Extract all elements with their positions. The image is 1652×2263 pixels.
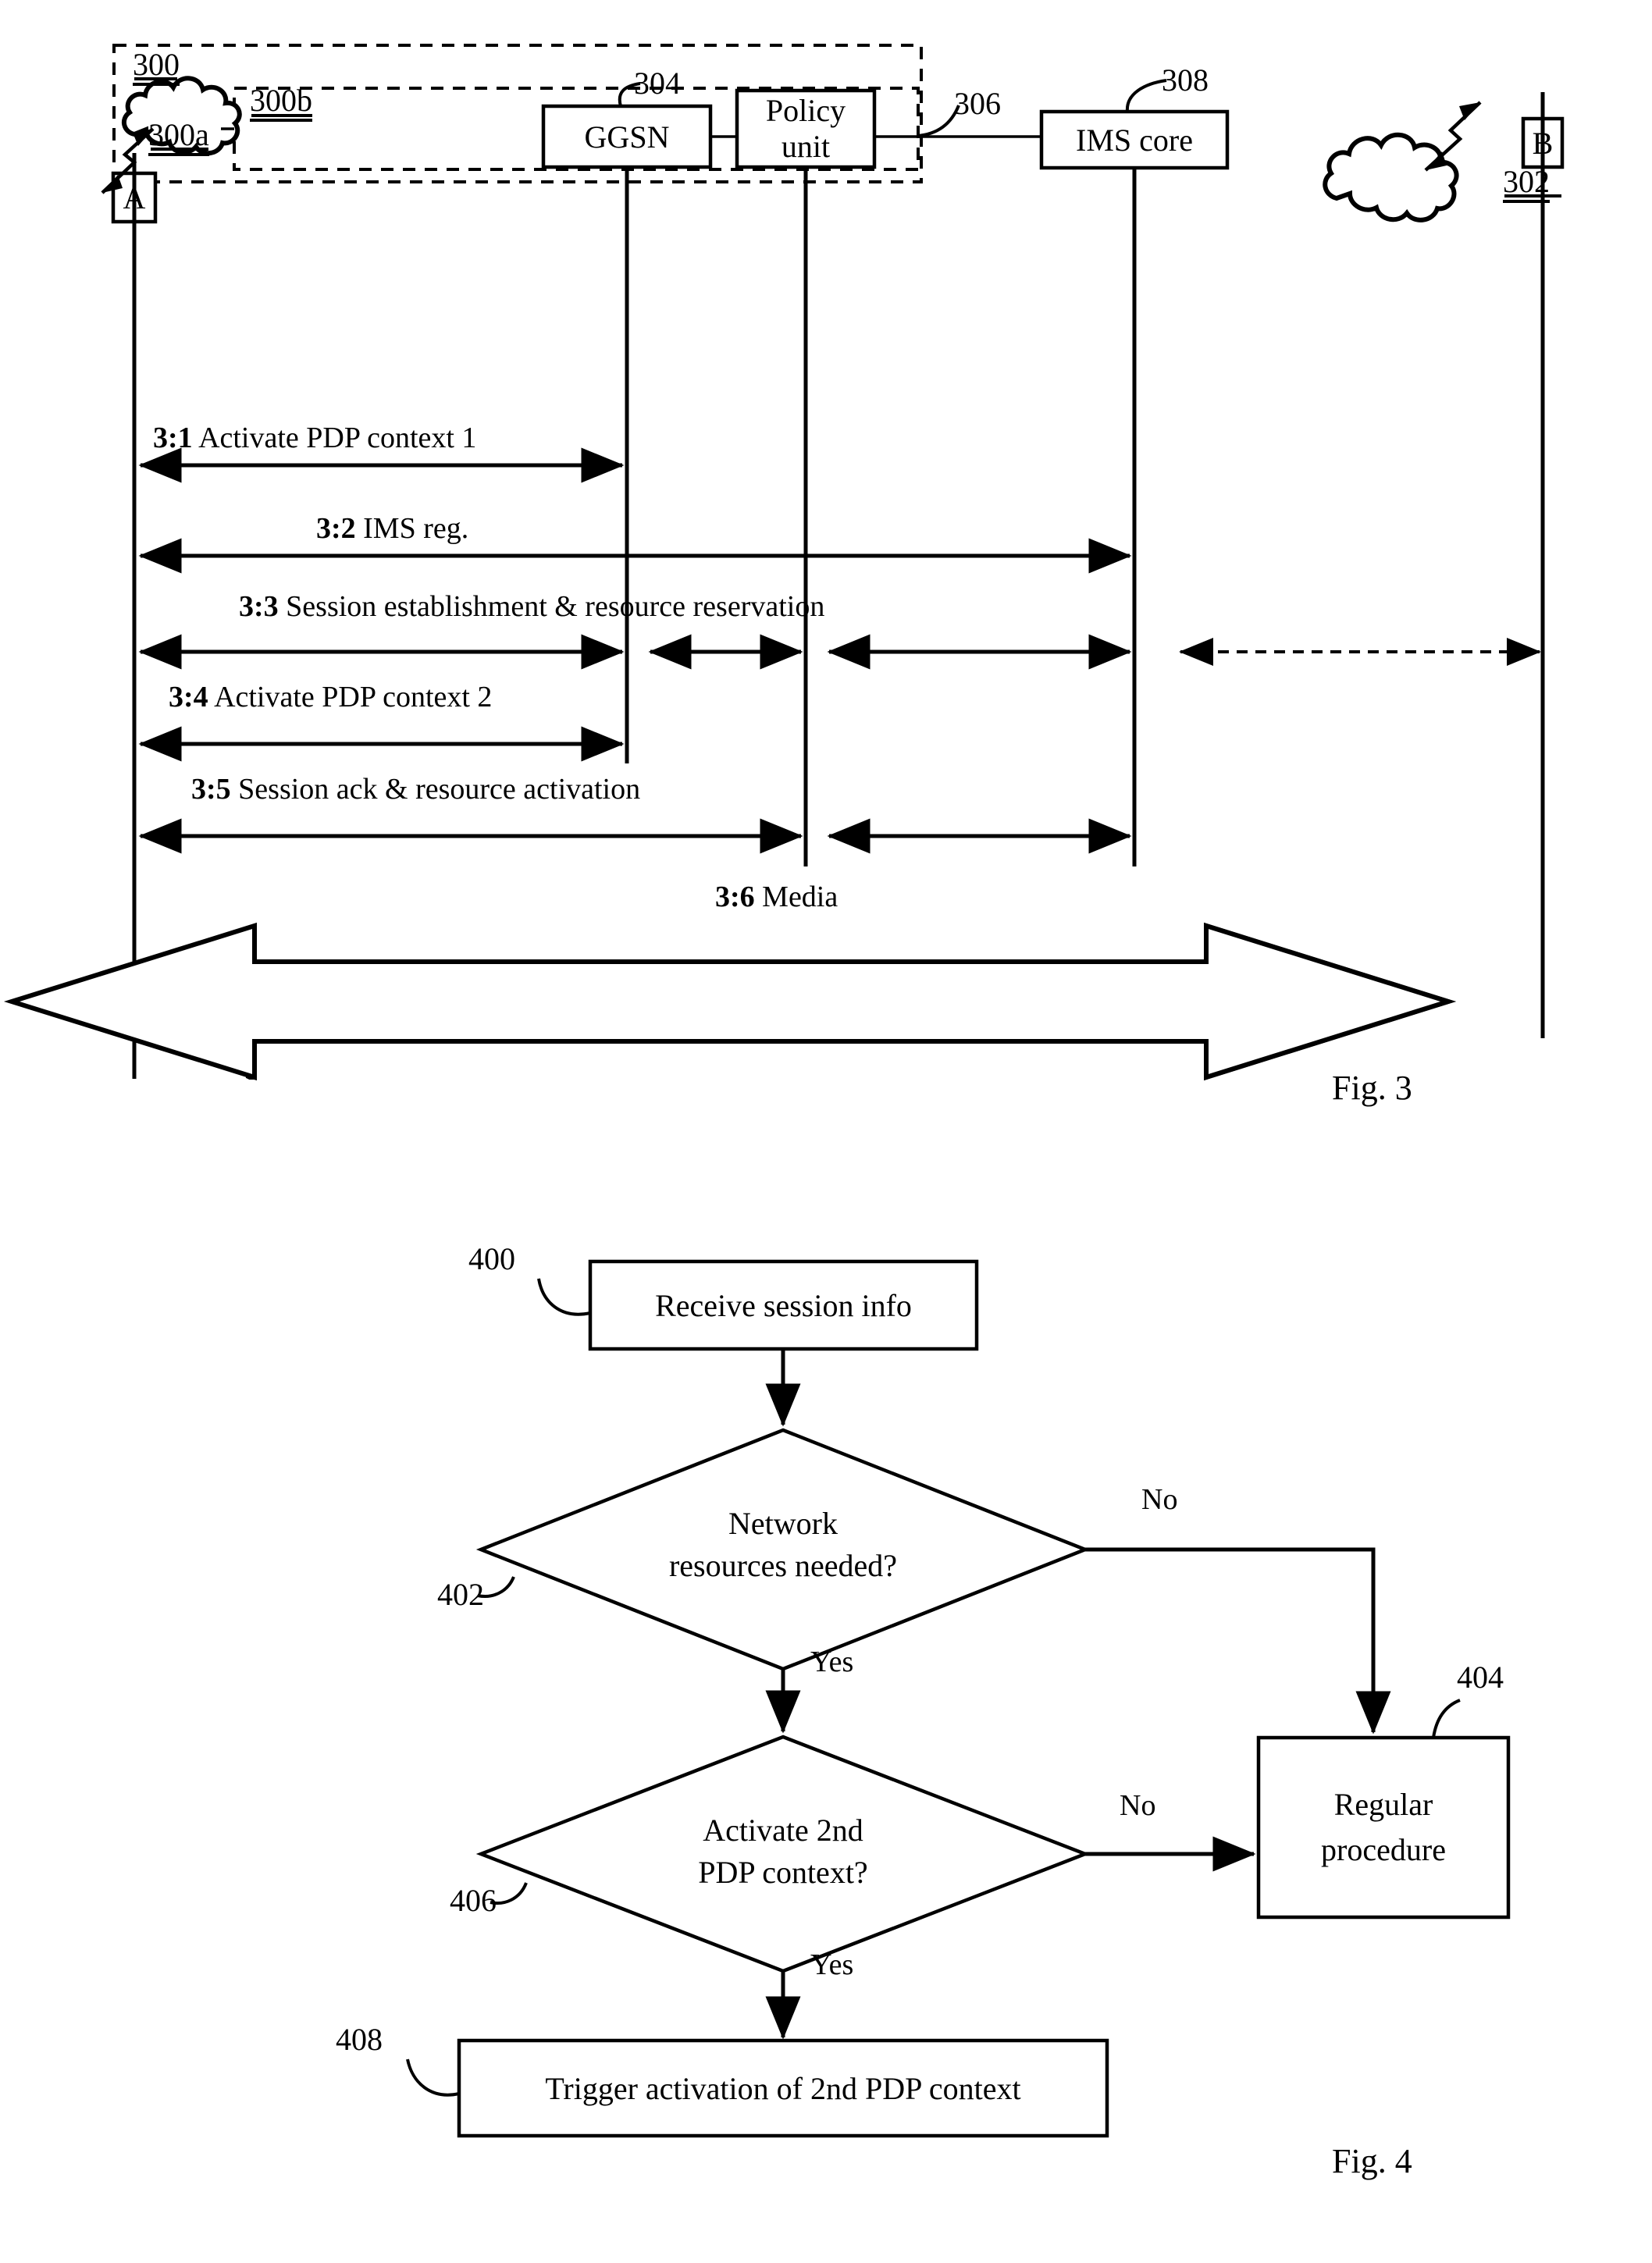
- leader-404: [1432, 1699, 1461, 1738]
- figures-canvas: [3, 44, 1565, 2138]
- message-3-2-number: 3:2: [316, 512, 356, 545]
- message-3-2-label: 3:2 IMS reg.: [316, 512, 468, 545]
- leader-308: [1125, 79, 1167, 112]
- message-3-1-number: 3:1: [153, 422, 193, 454]
- branch-label-yes-1: Yes: [810, 1646, 854, 1678]
- ref-label-402: 402: [437, 1577, 484, 1612]
- ref-label-300a: 300a: [148, 119, 209, 156]
- message-3-4-text: Activate PDP context 2: [214, 681, 493, 713]
- flow-decision-402-label: Network resources needed?: [559, 1503, 1007, 1587]
- cloud-302-shape: [1323, 132, 1459, 222]
- message-3-6-label: 3:6 Media: [715, 881, 838, 913]
- flow-decision-406-line2: PDP context?: [698, 1855, 868, 1890]
- message-3-2-text: IMS reg.: [363, 512, 469, 545]
- message-3-6-text: Media: [762, 881, 838, 913]
- patent-figure-sheet: 300 300a 300b 304 306 308 302 A B GGSN P…: [0, 0, 1652, 2263]
- message-3-6-number: 3:6: [715, 881, 755, 913]
- flow-trigger-label: Trigger activation of 2nd PDP context: [545, 2070, 1021, 2106]
- ref-label-306: 306: [954, 86, 1001, 121]
- ref-label-302: 302: [1503, 165, 1550, 203]
- flow-decision-402-line2: resources needed?: [668, 1548, 898, 1583]
- message-3-1-text: Activate PDP context 1: [198, 422, 477, 454]
- ref-label-300b: 300b: [250, 84, 312, 122]
- figure-4-caption: Fig. 4: [1332, 2142, 1412, 2180]
- policy-unit-label-line2: unit: [781, 129, 831, 164]
- flow-regular-procedure-label: Regular procedure: [1259, 1738, 1508, 1917]
- ggsn-label: GGSN: [584, 119, 670, 155]
- branch-label-no-2: No: [1120, 1789, 1156, 1822]
- ref-label-400: 400: [468, 1241, 515, 1276]
- leader-306: [917, 105, 960, 137]
- flow-receive-session-label: Receive session info: [655, 1287, 912, 1323]
- ims-core-label: IMS core: [1076, 122, 1193, 158]
- ref-label-406: 406: [450, 1883, 497, 1918]
- flow-regular-procedure-line2: procedure: [1321, 1832, 1446, 1867]
- message-3-3-label: 3:3 Session establishment & resource res…: [239, 590, 824, 623]
- message-3-3-number: 3:3: [239, 590, 279, 623]
- flow-arrow-d1-no: [1085, 1547, 1391, 1735]
- policy-unit-label: Policy unit: [737, 91, 874, 167]
- message-3-3-text: Session establishment & resource reserva…: [286, 590, 825, 623]
- figure-3-caption: Fig. 3: [1332, 1069, 1412, 1107]
- ref-label-408: 408: [336, 2022, 383, 2057]
- branch-label-no-1: No: [1141, 1483, 1178, 1516]
- message-3-4-number: 3:4: [169, 681, 208, 713]
- ref-label-304: 304: [634, 66, 681, 101]
- message-3-6-media-arrow-shape: [3, 922, 1457, 1081]
- node-a-label: A: [123, 180, 146, 215]
- policy-unit-label-line1: Policy: [765, 93, 846, 128]
- message-3-1-label: 3:1 Activate PDP context 1: [153, 422, 476, 454]
- leader-408: [406, 2058, 460, 2097]
- message-3-5-text: Session ack & resource activation: [238, 773, 641, 806]
- ref-label-300: 300: [133, 48, 180, 86]
- flow-decision-402-line1: Network: [728, 1506, 838, 1541]
- flow-decision-406-label: Activate 2nd PDP context?: [559, 1809, 1007, 1894]
- flow-decision-406-line1: Activate 2nd: [703, 1813, 863, 1848]
- flow-regular-procedure-line1: Regular: [1333, 1787, 1433, 1822]
- message-3-5-number: 3:5: [191, 773, 231, 806]
- ref-label-404: 404: [1457, 1660, 1504, 1695]
- branch-label-yes-2: Yes: [810, 1948, 854, 1981]
- node-b-label: B: [1532, 125, 1554, 161]
- ref-label-308: 308: [1162, 62, 1209, 98]
- message-3-5-label: 3:5 Session ack & resource activation: [191, 773, 640, 806]
- leader-400: [537, 1278, 591, 1316]
- message-3-4-label: 3:4 Activate PDP context 2: [169, 681, 492, 713]
